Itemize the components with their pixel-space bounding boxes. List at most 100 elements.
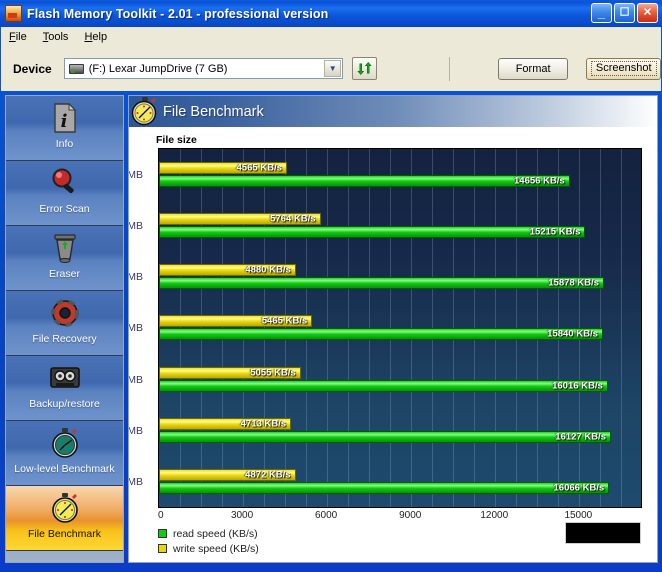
x-axis-tick-label: 3000: [230, 510, 254, 521]
sidebar-item-file-benchmark[interactable]: File Benchmark: [6, 486, 123, 551]
refresh-button[interactable]: [352, 57, 377, 80]
menu-tools[interactable]: Tools: [35, 29, 77, 45]
x-axis-tick-label: 0: [158, 510, 164, 521]
refresh-icon: [357, 61, 372, 76]
drive-icon: [68, 63, 84, 74]
sidebar-item-label: Info: [55, 138, 74, 150]
read-speed-bar: 16066 KB/s: [159, 481, 610, 494]
read-speed-bar: 15840 KB/s: [159, 328, 603, 341]
read-speed-value: 16066 KB/s: [553, 482, 605, 494]
page-title: File Benchmark: [163, 103, 264, 120]
window-title: Flash Memory Toolkit - 2.01 - profession…: [27, 6, 329, 21]
menu-help[interactable]: Help: [76, 29, 115, 45]
device-select[interactable]: (F:) Lexar JumpDrive (7 GB) ▼: [63, 58, 344, 79]
sidebar-item-label: Eraser: [49, 268, 80, 280]
chart-category-label: 2 MB: [128, 220, 143, 233]
write-speed-value: 4880 KB/s: [245, 264, 291, 276]
legend-item: read speed (KB/s): [158, 526, 259, 541]
content-panel: File Benchmark File size 4565 KB/s 14656 …: [128, 95, 658, 563]
format-button[interactable]: Format: [497, 57, 569, 80]
legend-label: read speed (KB/s): [173, 527, 258, 540]
x-axis-tick-label: 15000: [564, 510, 593, 521]
close-button[interactable]: ✕: [637, 3, 658, 23]
write-speed-value: 5465 KB/s: [261, 315, 308, 327]
write-speed-value: 5764 KB/s: [270, 213, 316, 225]
chart-bar-group: 4880 KB/s 15878 KB/s: [159, 251, 641, 302]
sidebar: i Info Error Scan Eraser File Recovery B…: [5, 95, 124, 563]
title-bar: Flash Memory Toolkit - 2.01 - profession…: [0, 0, 662, 27]
sidebar-item-label: Backup/restore: [29, 398, 100, 410]
read-speed-bar: 14656 KB/s: [159, 175, 570, 187]
sidebar-item-label: Low-level Benchmark: [14, 463, 115, 475]
legend-label: write speed (KB/s): [173, 542, 259, 555]
sidebar-item-backup-restore[interactable]: Backup/restore: [6, 356, 123, 421]
chart-category-label: 3 MB: [128, 271, 143, 284]
stopwatch-yellow-icon: [48, 490, 82, 526]
chart-plot-area: 4565 KB/s 14656 KB/s 5764 KB/s 15215 KB/s 48…: [158, 148, 642, 508]
flash-drive-icon: [5, 5, 22, 22]
read-speed-value: 15878 KB/s: [548, 277, 599, 289]
menu-file[interactable]: File: [1, 29, 35, 45]
minimize-icon: _: [597, 5, 606, 20]
file-benchmark-chart: 4565 KB/s 14656 KB/s 5764 KB/s 15215 KB/s 48…: [129, 148, 657, 562]
recycle-bin-icon: [48, 230, 82, 266]
panel-header: File Benchmark: [129, 96, 657, 127]
x-axis-tick-label: 12000: [480, 510, 509, 521]
legend-item: write speed (KB/s): [158, 541, 259, 556]
read-speed-value: 15840 KB/s: [547, 328, 598, 340]
chart-axis-title: File size: [156, 134, 197, 146]
sidebar-item-error-scan[interactable]: Error Scan: [6, 161, 123, 226]
x-axis-tick-label: 6000: [315, 510, 338, 521]
sidebar-item-low-level-benchmark[interactable]: Low-level Benchmark: [6, 421, 123, 486]
chart-category-label: 15 MB: [128, 475, 143, 488]
chart-bar-group: 4713 KB/s 16127 KB/s: [159, 405, 641, 456]
sidebar-item-label: File Recovery: [32, 333, 97, 345]
device-select-value: (F:) Lexar JumpDrive (7 GB): [88, 62, 228, 75]
chart-bar-group: 5055 KB/s 16016 KB/s: [159, 354, 641, 405]
write-speed-value: 5055 KB/s: [250, 366, 296, 378]
chart-category-label: 5 MB: [128, 373, 143, 386]
magnifier-icon: [48, 165, 82, 201]
sidebar-item-file-recovery[interactable]: File Recovery: [6, 291, 123, 356]
write-speed-bar: 5465 KB/s: [159, 315, 313, 328]
status-bar: [1, 564, 661, 571]
info-document-icon: i: [48, 100, 82, 136]
x-axis-tick-label: 9000: [399, 510, 422, 521]
write-speed-value: 4872 KB/s: [245, 469, 291, 481]
maximize-button[interactable]: ☐: [614, 3, 635, 23]
chart-category-label: 4 MB: [128, 322, 143, 335]
read-speed-bar: 16127 KB/s: [159, 430, 611, 443]
read-speed-value: 14656 KB/s: [514, 175, 565, 187]
legend-swatch: [158, 529, 167, 538]
close-icon: ✕: [642, 6, 653, 19]
application-window: Flash Memory Toolkit - 2.01 - profession…: [0, 0, 662, 572]
screenshot-button[interactable]: Screenshot: [586, 57, 662, 80]
chart-bar-group: 4565 KB/s 14656 KB/s: [159, 149, 641, 200]
read-speed-bar: 16016 KB/s: [159, 379, 608, 392]
window-controls: _ ☐ ✕: [591, 3, 658, 23]
lifebuoy-icon: [48, 295, 82, 331]
read-speed-bar: 15215 KB/s: [159, 226, 586, 239]
stopwatch-yellow-icon: [130, 96, 160, 127]
legend-swatch: [158, 544, 167, 553]
chart-category-label: 10 MB: [128, 424, 143, 437]
chart-category-label: 1 MB: [128, 169, 143, 181]
minimize-button[interactable]: _: [591, 3, 612, 23]
sidebar-item-label: Error Scan: [39, 203, 90, 215]
write-speed-bar: 4880 KB/s: [159, 264, 296, 277]
toolbar-divider: [448, 56, 450, 81]
sidebar-item-eraser[interactable]: Eraser: [6, 226, 123, 291]
chart-bar-group: 5764 KB/s 15215 KB/s: [159, 200, 641, 251]
status-readout-box: [565, 522, 641, 544]
read-speed-value: 16127 KB/s: [555, 430, 606, 442]
chart-bar-group: 5465 KB/s 15840 KB/s: [159, 302, 641, 353]
read-speed-value: 15215 KB/s: [529, 226, 581, 238]
write-speed-bar: 4565 KB/s: [159, 162, 287, 174]
chevron-down-icon[interactable]: ▼: [324, 60, 342, 77]
stopwatch-teal-icon: [48, 425, 82, 461]
screenshot-button-label: Screenshot: [590, 61, 657, 76]
toolbar: Device (F:) Lexar JumpDrive (7 GB) ▼ For…: [1, 46, 662, 91]
write-speed-value: 4565 KB/s: [236, 162, 282, 174]
write-speed-value: 4713 KB/s: [240, 417, 287, 429]
sidebar-item-info[interactable]: i Info: [6, 96, 123, 161]
